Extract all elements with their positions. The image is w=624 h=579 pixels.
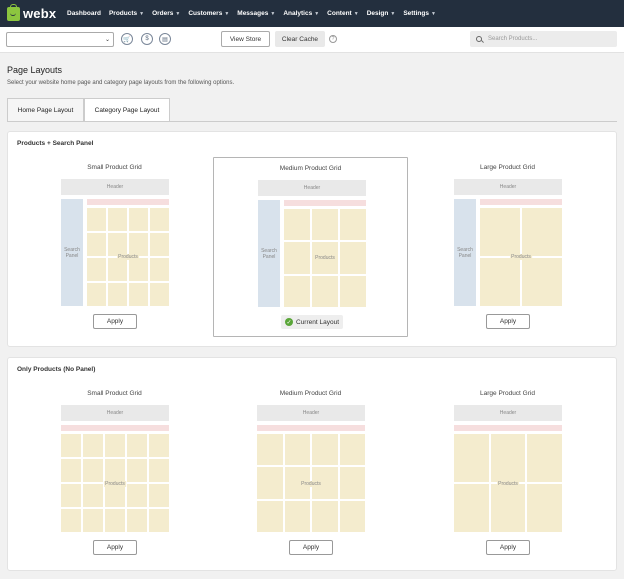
- nav-label: Orders: [152, 10, 174, 17]
- layout-preview[interactable]: Header Search Panel Products: [454, 179, 562, 306]
- section-only-products: Only Products (No Panel) Small Product G…: [7, 357, 617, 571]
- nav-item-analytics[interactable]: Analytics ▼: [283, 10, 319, 17]
- layout-card-medium-grid: Medium Product Grid Header Products Appl…: [213, 383, 408, 563]
- view-store-button[interactable]: View Store: [221, 31, 270, 47]
- search-placeholder: Search Products...: [488, 36, 538, 42]
- brand-name: webx: [23, 6, 57, 21]
- apply-button[interactable]: Apply: [486, 314, 530, 329]
- preview-banner: [480, 199, 562, 205]
- tab-category-page-layout[interactable]: Category Page Layout: [84, 98, 170, 122]
- tab-home-page-layout[interactable]: Home Page Layout: [7, 98, 84, 121]
- preview-products-label: Products: [497, 481, 519, 487]
- apply-button[interactable]: Apply: [289, 540, 333, 555]
- section-title: Only Products (No Panel): [17, 366, 96, 373]
- nav-label: Analytics: [283, 10, 313, 17]
- preview-products-label: Products: [104, 481, 126, 487]
- layout-name: Small Product Grid: [87, 390, 142, 397]
- toolbar: ⌄ 🛒 $ ▤ View Store Clear Cache ? Search …: [0, 27, 624, 53]
- preview-search-panel: Search Panel: [61, 199, 83, 306]
- preview-banner: [61, 425, 169, 431]
- layout-card-large-grid: Large Product Grid Header Search Panel P…: [410, 157, 605, 337]
- nav-item-products[interactable]: Products ▼: [109, 10, 144, 17]
- preview-header: Header: [61, 179, 169, 195]
- chevron-down-icon: ▼: [353, 10, 359, 17]
- current-layout-badge: ✓ Current Layout: [281, 315, 343, 329]
- nav-label: Messages: [237, 10, 269, 17]
- layout-card-medium-grid: Medium Product Grid Header Search Panel …: [213, 157, 408, 337]
- chevron-down-icon: ⌄: [104, 37, 110, 43]
- dollar-icon[interactable]: $: [141, 33, 153, 45]
- nav-label: Dashboard: [67, 10, 101, 17]
- nav-label: Products: [108, 10, 138, 17]
- preview-banner: [257, 425, 365, 431]
- preview-products-label: Products: [510, 254, 532, 260]
- store-select[interactable]: ⌄: [6, 32, 114, 47]
- tab-divider: [7, 121, 617, 122]
- preview-header: Header: [454, 405, 562, 421]
- chevron-down-icon: ▼: [224, 10, 230, 17]
- clear-cache-button[interactable]: Clear Cache: [275, 31, 325, 47]
- layout-preview[interactable]: Header Products: [257, 405, 365, 532]
- check-circle-icon: ✓: [285, 318, 293, 326]
- chat-icon[interactable]: ▤: [159, 33, 171, 45]
- layout-preview[interactable]: Header Search Panel Products: [258, 180, 366, 307]
- preview-header: Header: [454, 179, 562, 195]
- layout-name: Medium Product Grid: [279, 165, 342, 172]
- preview-header: Header: [257, 405, 365, 421]
- preview-header: Header: [61, 405, 169, 421]
- layout-preview[interactable]: Header Products: [454, 405, 562, 532]
- nav-item-design[interactable]: Design ▼: [367, 10, 396, 17]
- section-products-search-panel: Products + Search Panel Small Product Gr…: [7, 131, 617, 347]
- preview-products-label: Products: [314, 255, 336, 261]
- nav-label: Customers: [188, 10, 223, 17]
- nav-label: Settings: [403, 10, 429, 17]
- nav-item-messages[interactable]: Messages ▼: [237, 10, 275, 17]
- help-icon[interactable]: ?: [329, 35, 337, 43]
- top-nav: webx Dashboard Products ▼ Orders ▼ Custome…: [0, 0, 624, 27]
- preview-search-panel: Search Panel: [454, 199, 476, 306]
- apply-button[interactable]: Apply: [93, 314, 137, 329]
- search-icon: [476, 36, 482, 42]
- apply-button[interactable]: Apply: [486, 540, 530, 555]
- webx-logo[interactable]: webx: [7, 3, 59, 21]
- chevron-down-icon: ▼: [390, 10, 396, 17]
- chevron-down-icon: ▼: [430, 10, 436, 17]
- nav-label: Content: [327, 10, 352, 17]
- chevron-down-icon: ▼: [314, 10, 320, 17]
- page-subtitle: Select your website home page and catego…: [7, 80, 235, 86]
- preview-search-panel: Search Panel: [258, 200, 280, 307]
- cart-icon[interactable]: 🛒: [121, 33, 133, 45]
- nav-item-settings[interactable]: Settings ▼: [403, 10, 436, 17]
- layout-preview[interactable]: Header Search Panel Products: [61, 179, 169, 306]
- chevron-down-icon: ▼: [139, 10, 145, 17]
- layout-card-small-grid: Small Product Grid Header Search Panel P…: [17, 157, 212, 337]
- layout-preview[interactable]: Header Products: [61, 405, 169, 532]
- shopping-bag-icon: [7, 3, 20, 21]
- layout-card-small-grid: Small Product Grid Header Products Apply: [17, 383, 212, 563]
- current-layout-label: Current Layout: [296, 318, 339, 326]
- preview-products-label: Products: [117, 254, 139, 260]
- nav-item-customers[interactable]: Customers ▼: [188, 10, 229, 17]
- layout-name: Large Product Grid: [480, 390, 535, 397]
- nav-item-content[interactable]: Content ▼: [327, 10, 359, 17]
- layout-name: Small Product Grid: [87, 164, 142, 171]
- nav-item-dashboard[interactable]: Dashboard: [67, 10, 101, 17]
- layout-name: Medium Product Grid: [279, 390, 342, 397]
- search-input[interactable]: Search Products...: [470, 31, 617, 47]
- preview-header: Header: [258, 180, 366, 196]
- preview-banner: [284, 200, 366, 206]
- apply-button[interactable]: Apply: [93, 540, 137, 555]
- preview-banner: [87, 199, 169, 205]
- chevron-down-icon: ▼: [270, 10, 276, 17]
- preview-banner: [454, 425, 562, 431]
- nav-label: Design: [366, 10, 389, 17]
- layout-name: Large Product Grid: [480, 164, 535, 171]
- layout-card-large-grid: Large Product Grid Header Products Apply: [410, 383, 605, 563]
- chevron-down-icon: ▼: [175, 10, 181, 17]
- preview-products-label: Products: [300, 481, 322, 487]
- nav-item-orders[interactable]: Orders ▼: [152, 10, 180, 17]
- section-title: Products + Search Panel: [17, 140, 94, 147]
- page-title: Page Layouts: [7, 65, 63, 75]
